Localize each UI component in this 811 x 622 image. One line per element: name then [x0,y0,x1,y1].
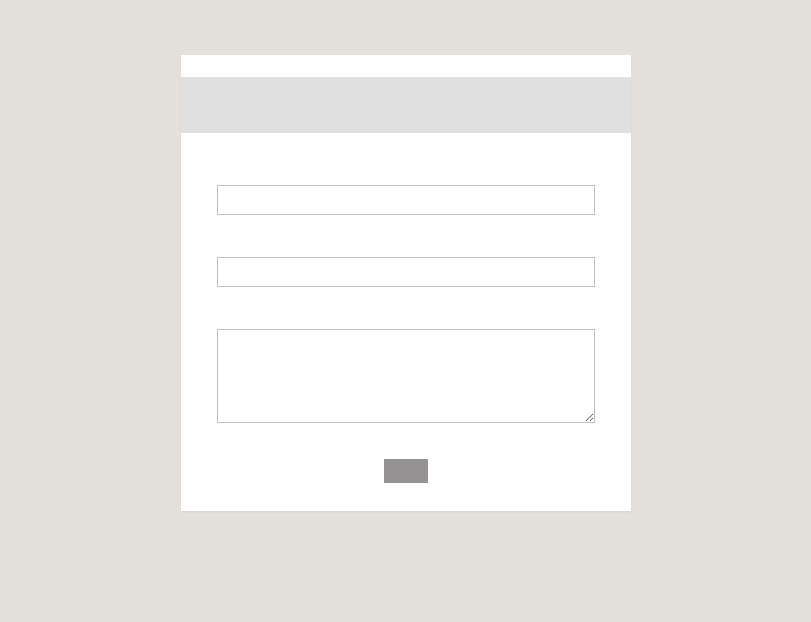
submit-button[interactable] [384,459,428,483]
email-input[interactable] [217,257,595,287]
message-label [217,305,595,321]
full-name-input[interactable] [217,185,595,215]
email-group [217,233,595,287]
form-body [181,133,631,511]
submit-wrap [217,458,595,483]
message-textarea[interactable] [217,329,595,423]
contact-card [181,55,631,511]
full-name-label [217,161,595,177]
email-label [217,233,595,249]
message-group [217,305,595,428]
form-header [181,77,631,133]
full-name-group [217,161,595,215]
